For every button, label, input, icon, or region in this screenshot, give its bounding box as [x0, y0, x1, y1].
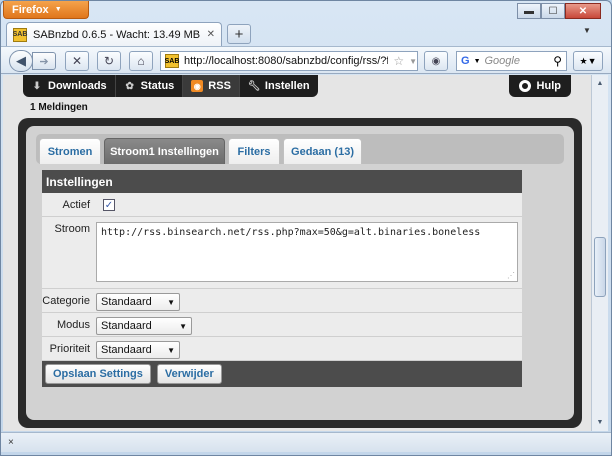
new-tab-button[interactable]: + — [227, 24, 251, 44]
home-button[interactable]: ⌂ — [129, 51, 153, 71]
firefox-menu-button[interactable]: Firefox ▼ — [3, 1, 89, 19]
config-panel: Stromen Stroom1 Instellingen Filters Ged… — [18, 118, 582, 428]
row-mode: Modus Standaard ▼ — [42, 313, 522, 337]
menu-rss[interactable]: ◉ RSS — [183, 75, 240, 97]
menu-status[interactable]: ✿ Status — [116, 75, 184, 97]
menu-downloads-label: Downloads — [48, 80, 107, 92]
menu-instellen-label: Instellen — [264, 80, 310, 92]
forward-button[interactable]: ➔ — [32, 52, 56, 70]
back-button[interactable]: ◀ — [9, 50, 33, 72]
browser-window: Firefox ▼ ▬ ☐ ✕ SAB SABnzbd 0.6.5 - Wach… — [0, 0, 612, 456]
sabnzbd-favicon-icon: SAB — [13, 27, 27, 42]
menu-status-label: Status — [140, 80, 175, 92]
scrollbar-thumb[interactable] — [594, 237, 606, 297]
search-icon[interactable]: ⚲ — [553, 54, 562, 68]
feed-label: Stroom — [54, 223, 90, 235]
status-bar: × — [1, 432, 611, 452]
bookmark-star-icon[interactable]: ☆ — [393, 54, 404, 68]
rss-feed-icon: ◉ — [431, 55, 441, 67]
help-button[interactable]: Hulp — [508, 75, 571, 97]
forward-arrow-icon: ➔ — [39, 55, 49, 68]
tab-gedaan[interactable]: Gedaan (13) — [283, 138, 362, 164]
google-icon: G — [461, 55, 470, 67]
firefox-menu-label: Firefox — [12, 3, 49, 16]
rss-tab-bar: Stromen Stroom1 Instellingen Filters Ged… — [36, 134, 564, 164]
download-icon: ⬇ — [32, 80, 42, 92]
tab-stroom1-instellingen[interactable]: Stroom1 Instellingen — [104, 138, 225, 164]
rss-icon: ◉ — [191, 80, 204, 92]
help-label: Hulp — [536, 80, 561, 92]
row-category: Categorie Standaard ▼ — [42, 289, 522, 313]
close-window-button[interactable]: ✕ — [565, 3, 601, 19]
chevron-down-icon: ▼ — [167, 297, 175, 307]
category-select[interactable]: Standaard ▼ — [96, 293, 180, 311]
lifebuoy-icon — [518, 80, 531, 92]
home-icon: ⌂ — [137, 54, 145, 68]
menu-downloads[interactable]: ⬇ Downloads — [23, 75, 116, 97]
resize-grip-icon[interactable]: ⋰ — [507, 271, 515, 280]
reload-icon: ↻ — [103, 54, 115, 68]
feed-url-textarea[interactable]: http://rss.binsearch.net/rss.php?max=50&… — [96, 222, 518, 282]
save-settings-button[interactable]: Opslaan Settings — [45, 364, 151, 384]
url-text[interactable]: http://localhost:8080/sabnzbd/config/rss… — [184, 55, 388, 67]
mode-value: Standaard — [101, 320, 152, 332]
feed-url-text: http://rss.binsearch.net/rss.php?max=50&… — [101, 227, 481, 238]
stop-button[interactable]: ✕ — [65, 51, 89, 71]
reload-button[interactable]: ↻ — [97, 51, 121, 71]
category-label: Categorie — [42, 295, 90, 307]
delete-feed-button[interactable]: Verwijder — [156, 364, 222, 384]
maximize-button[interactable]: ☐ — [541, 3, 565, 19]
menu-rss-label: RSS — [208, 80, 231, 92]
bookmarks-icon: ★▼ — [579, 55, 597, 66]
search-engine-dropdown-icon[interactable]: ▼ — [474, 58, 481, 65]
search-input[interactable]: Google — [485, 55, 550, 67]
chevron-down-icon: ▼ — [54, 6, 62, 13]
config-inner: Stromen Stroom1 Instellingen Filters Ged… — [26, 126, 574, 420]
navigation-toolbar: ➔ ◀ ✕ ↻ ⌂ SAB http://localhost:8080/sabn… — [1, 46, 611, 74]
form-header: Instellingen — [42, 170, 522, 193]
site-favicon-icon: SAB — [165, 54, 179, 68]
url-bar[interactable]: SAB http://localhost:8080/sabnzbd/config… — [160, 51, 418, 71]
mode-label: Modus — [56, 319, 90, 331]
menu-instellen[interactable]: 🔧︎ Instellen — [240, 75, 318, 97]
bookmarks-button[interactable]: ★▼ — [573, 51, 603, 71]
row-active: Actief ✓ — [42, 193, 522, 217]
tab-stromen[interactable]: Stromen — [39, 138, 101, 164]
priority-value: Standaard — [101, 344, 152, 356]
close-statusbar-icon[interactable]: × — [8, 437, 14, 448]
priority-select[interactable]: Standaard ▼ — [96, 341, 180, 359]
url-dropdown-icon[interactable]: ▼ — [409, 57, 417, 66]
active-checkbox[interactable]: ✓ — [103, 199, 115, 211]
category-value: Standaard — [101, 296, 152, 308]
feed-button[interactable]: ◉ — [424, 51, 448, 71]
browser-tab[interactable]: SAB SABnzbd 0.6.5 - Wacht: 13.49 MB ✕ — [6, 22, 222, 46]
feed-settings-form: Instellingen Actief ✓ Stroom http://rss.… — [42, 170, 522, 387]
back-arrow-icon: ◀ — [16, 53, 26, 68]
search-box[interactable]: G ▼ Google ⚲ — [456, 51, 567, 71]
chevron-down-icon: ▼ — [179, 321, 187, 331]
stop-icon: ✕ — [71, 54, 83, 68]
chevron-down-icon: ▼ — [167, 345, 175, 355]
form-button-bar: Opslaan Settings Verwijder — [42, 361, 522, 387]
row-feed: Stroom http://rss.binsearch.net/rss.php?… — [42, 217, 522, 289]
scroll-down-icon[interactable]: ▼ — [593, 415, 607, 430]
mode-select[interactable]: Standaard ▼ — [96, 317, 192, 335]
tab-filters[interactable]: Filters — [228, 138, 280, 164]
vertical-scrollbar[interactable]: ▲ ▼ — [591, 75, 608, 431]
tab-list-chevron-icon[interactable]: ▼ — [583, 26, 591, 35]
sab-main-menu: ⬇ Downloads ✿ Status ◉ RSS 🔧︎ Instellen — [23, 75, 318, 97]
messages-link[interactable]: 1 Meldingen — [30, 102, 88, 113]
wrench-icon: 🔧︎ — [247, 80, 261, 92]
tab-title: SABnzbd 0.6.5 - Wacht: 13.49 MB — [33, 28, 201, 41]
active-label: Actief — [62, 199, 90, 211]
row-priority: Prioriteit Standaard ▼ — [42, 337, 522, 361]
status-icon: ✿ — [125, 80, 134, 92]
minimize-button[interactable]: ▬ — [517, 3, 541, 19]
scroll-up-icon[interactable]: ▲ — [593, 76, 607, 91]
window-controls: ▬ ☐ ✕ — [517, 3, 601, 19]
page-content: ⬇ Downloads ✿ Status ◉ RSS 🔧︎ Instellen … — [3, 75, 591, 431]
close-tab-icon[interactable]: ✕ — [207, 29, 215, 40]
priority-label: Prioriteit — [49, 343, 90, 355]
